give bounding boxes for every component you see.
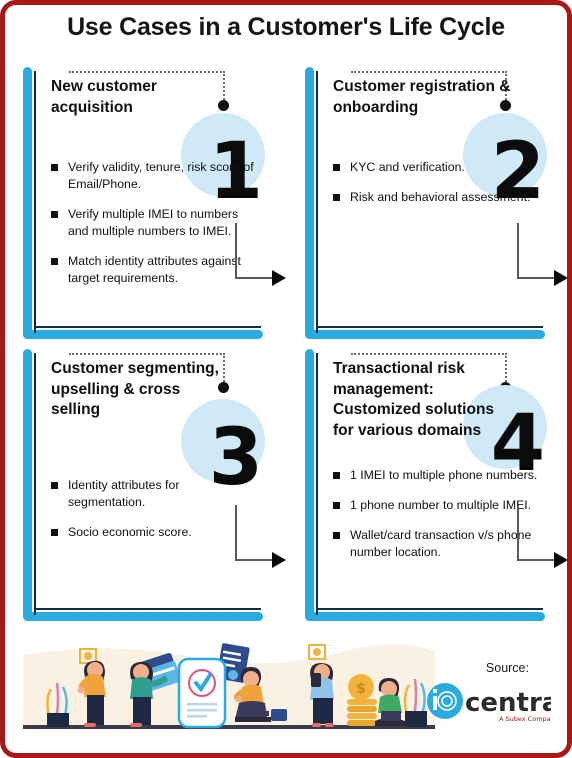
panel-2: 2 Customer registration & onboarding KYC… [305,67,553,339]
list-item: KYC and verification. [333,159,538,176]
panel-bracket-horizontal [23,612,263,621]
panel-rule-vertical [316,71,318,333]
panel-bullet-list: Verify validity, tenure, risk score of E… [51,159,256,300]
idcentral-logo[interactable]: central A Subex Company [425,683,551,725]
panel-rule-horizontal [316,326,543,328]
panel-bullet-list: KYC and verification. Risk and behaviora… [333,159,538,219]
panel-bracket-vertical [23,349,32,621]
panel-heading: New customer acquisition [51,78,157,116]
list-item: 1 IMEI to multiple phone numbers. [333,467,538,484]
logo-wordmark: central [465,688,551,718]
list-item: Verify multiple IMEI to numbers and mult… [51,206,256,240]
list-item: Match identity attributes against target… [51,253,256,287]
panel-bracket-horizontal [305,612,545,621]
panel-bracket-vertical [23,67,32,339]
panel-1: 1 New customer acquisition Verify validi… [23,67,271,339]
page-title-text: Use Cases in a Customer's Life Cycle [67,13,505,41]
list-item: Risk and behavioral assessment. [333,189,538,206]
dotted-connector-horizontal [69,353,225,355]
source-label: Source: [485,661,529,675]
list-item: Wallet/card transaction v/s phone number… [333,527,538,561]
panel-bracket-vertical [305,67,314,339]
footer-illustration: $ [23,637,435,741]
panel-rule-vertical [316,353,318,615]
list-item: Socio economic score. [51,524,256,541]
panel-bullet-list: Identity attributes for segmentation. So… [51,477,256,554]
panel-rule-vertical [34,71,36,333]
logo-tagline: A Subex Company [499,715,551,723]
panel-heading: Customer registration & onboarding [333,78,511,116]
dotted-connector-horizontal [351,353,507,355]
panel-heading: Customer segmenting, upselling & cross s… [51,360,219,419]
list-item: Verify validity, tenure, risk score of E… [51,159,256,193]
list-item: 1 phone number to multiple IMEI. [333,497,538,514]
panel-rule-horizontal [34,608,261,610]
page-title: Use Cases in a Customer's Life Cycle [5,13,567,42]
panel-4: 4 Transactional risk management: Customi… [305,349,553,621]
panel-bracket-horizontal [305,330,545,339]
panel-bracket-horizontal [23,330,263,339]
panel-rule-horizontal [316,608,543,610]
infographic-poster: Use Cases in a Customer's Life Cycle 1 N… [0,0,572,758]
svg-text:$: $ [356,681,366,697]
panel-3: 3 Customer segmenting, upselling & cross… [23,349,271,621]
dotted-connector-horizontal [351,71,507,73]
panel-rule-horizontal [34,326,261,328]
panel-bullet-list: 1 IMEI to multiple phone numbers. 1 phon… [333,467,538,574]
panel-heading: Transactional risk management: Customize… [333,360,495,439]
list-item: Identity attributes for segmentation. [51,477,256,511]
dotted-connector-horizontal [69,71,225,73]
panel-bracket-vertical [305,349,314,621]
id-central-circle-icon [427,683,463,719]
panel-rule-vertical [34,353,36,615]
